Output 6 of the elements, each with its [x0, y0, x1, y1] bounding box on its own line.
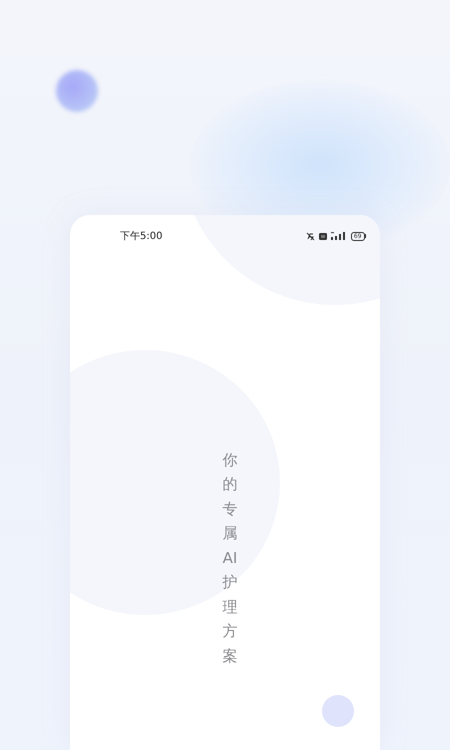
- status-time: 下午5:00: [120, 230, 162, 243]
- small-circle: [322, 695, 354, 727]
- signal-icon: [330, 232, 347, 240]
- vertical-slogan: 你的专属AI护理方案: [222, 450, 238, 666]
- blurred-orb: [56, 70, 98, 112]
- mute-icon: [306, 232, 315, 240]
